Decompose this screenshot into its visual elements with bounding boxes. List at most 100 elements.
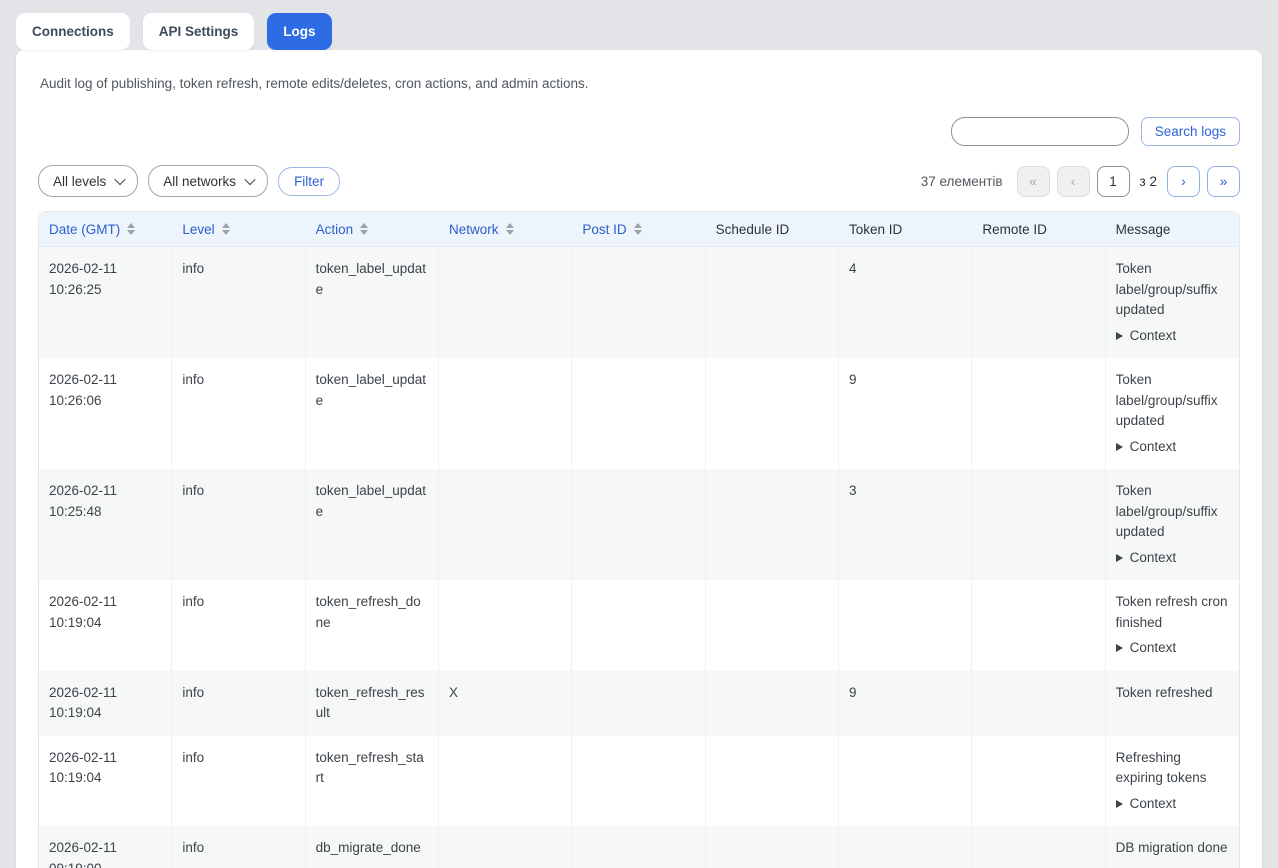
sort-arrows-icon (360, 223, 368, 235)
filter-button[interactable]: Filter (278, 167, 340, 196)
cell-remote-id (972, 736, 1105, 827)
cell-schedule-id (706, 671, 839, 736)
cell-post-id (572, 826, 705, 868)
cell-action: token_label_update (306, 247, 439, 358)
cell-action: token_refresh_result (306, 671, 439, 736)
cell-date: 2026-02-11 09:19:00 (39, 826, 172, 868)
context-summary[interactable]: Context (1116, 864, 1229, 868)
context-toggle[interactable]: Context (1116, 638, 1229, 659)
level-filter-select[interactable]: All levels (38, 165, 138, 197)
context-toggle[interactable]: Context (1116, 548, 1229, 569)
triangle-right-icon (1116, 554, 1123, 562)
column-header-action[interactable]: Action (306, 212, 439, 246)
cell-action: token_label_update (306, 469, 439, 580)
first-page-button[interactable]: « (1017, 166, 1050, 197)
cell-message: Token refresh cron finished Context (1106, 580, 1239, 671)
cell-message: Token label/group/suffix updated Context (1106, 358, 1239, 469)
cell-token-id (839, 736, 972, 827)
cell-network (439, 736, 572, 827)
cell-message: Refreshing expiring tokens Context (1106, 736, 1239, 827)
cell-post-id (572, 469, 705, 580)
network-filter-value: All networks (163, 174, 236, 189)
search-logs-button[interactable]: Search logs (1141, 117, 1240, 146)
cell-message: Token refreshed (1106, 671, 1239, 736)
audit-log-table: Date (GMT) Level Action Network Post ID … (38, 211, 1240, 868)
current-page-input[interactable] (1097, 166, 1130, 197)
context-label: Context (1130, 638, 1177, 659)
cell-network (439, 469, 572, 580)
cell-network (439, 247, 572, 358)
context-summary[interactable]: Context (1116, 437, 1229, 458)
column-header-label: Remote ID (982, 222, 1047, 237)
column-header-network[interactable]: Network (439, 212, 572, 246)
column-header-remote-id: Remote ID (972, 212, 1105, 246)
cell-token-id: 9 (839, 671, 972, 736)
context-summary[interactable]: Context (1116, 326, 1229, 347)
column-header-level[interactable]: Level (172, 212, 305, 246)
context-toggle[interactable]: Context (1116, 794, 1229, 815)
sort-arrows-icon (127, 223, 135, 235)
column-header-post-id[interactable]: Post ID (572, 212, 705, 246)
tab-logs[interactable]: Logs (267, 13, 331, 50)
column-header-date[interactable]: Date (GMT) (39, 212, 172, 246)
cell-schedule-id (706, 358, 839, 469)
cell-level: info (172, 247, 305, 358)
column-header-schedule-id: Schedule ID (706, 212, 839, 246)
cell-token-id (839, 826, 972, 868)
column-header-token-id: Token ID (839, 212, 972, 246)
tab-api-settings[interactable]: API Settings (143, 13, 255, 50)
next-page-button[interactable]: › (1167, 166, 1200, 197)
cell-token-id (839, 580, 972, 671)
cell-level: info (172, 826, 305, 868)
column-header-label: Post ID (582, 222, 626, 237)
table-row: 2026-02-11 10:19:04 info token_refresh_r… (39, 671, 1239, 736)
message-text: Refreshing expiring tokens (1116, 748, 1229, 789)
audit-log-description: Audit log of publishing, token refresh, … (40, 76, 1240, 91)
cell-schedule-id (706, 469, 839, 580)
cell-remote-id (972, 469, 1105, 580)
cell-level: info (172, 358, 305, 469)
context-toggle[interactable]: Context (1116, 326, 1229, 347)
context-toggle[interactable]: Context (1116, 864, 1229, 868)
cell-post-id (572, 247, 705, 358)
cell-date: 2026-02-11 10:19:04 (39, 580, 172, 671)
column-header-label: Message (1116, 222, 1171, 237)
prev-page-button[interactable]: ‹ (1057, 166, 1090, 197)
cell-token-id: 4 (839, 247, 972, 358)
cell-schedule-id (706, 826, 839, 868)
context-summary[interactable]: Context (1116, 638, 1229, 659)
table-row: 2026-02-11 10:19:04 info token_refresh_d… (39, 580, 1239, 671)
context-label: Context (1130, 437, 1177, 458)
cell-level: info (172, 469, 305, 580)
message-text: Token label/group/suffix updated (1116, 481, 1229, 543)
chevron-down-icon (244, 174, 255, 185)
tab-connections[interactable]: Connections (16, 13, 130, 50)
table-row: 2026-02-11 09:19:00 info db_migrate_done… (39, 826, 1239, 868)
pagination: 37 елементів « ‹ з 2 › » (921, 166, 1240, 197)
cell-token-id: 3 (839, 469, 972, 580)
column-header-message: Message (1106, 212, 1239, 246)
table-header-row: Date (GMT) Level Action Network Post ID … (39, 212, 1239, 247)
cell-network: X (439, 671, 572, 736)
message-text: Token refresh cron finished (1116, 592, 1229, 633)
column-header-label: Action (316, 222, 354, 237)
items-count: 37 елементів (921, 174, 1003, 189)
cell-action: token_refresh_done (306, 580, 439, 671)
logs-panel: Audit log of publishing, token refresh, … (16, 50, 1262, 868)
cell-date: 2026-02-11 10:26:25 (39, 247, 172, 358)
chevron-down-icon (115, 174, 126, 185)
cell-network (439, 358, 572, 469)
network-filter-select[interactable]: All networks (148, 165, 268, 197)
column-header-label: Level (182, 222, 214, 237)
column-header-label: Network (449, 222, 499, 237)
cell-network (439, 826, 572, 868)
column-header-label: Date (GMT) (49, 222, 120, 237)
message-text: Token label/group/suffix updated (1116, 370, 1229, 432)
last-page-button[interactable]: » (1207, 166, 1240, 197)
cell-post-id (572, 580, 705, 671)
search-input[interactable] (951, 117, 1129, 146)
context-toggle[interactable]: Context (1116, 437, 1229, 458)
triangle-right-icon (1116, 443, 1123, 451)
context-summary[interactable]: Context (1116, 794, 1229, 815)
context-summary[interactable]: Context (1116, 548, 1229, 569)
